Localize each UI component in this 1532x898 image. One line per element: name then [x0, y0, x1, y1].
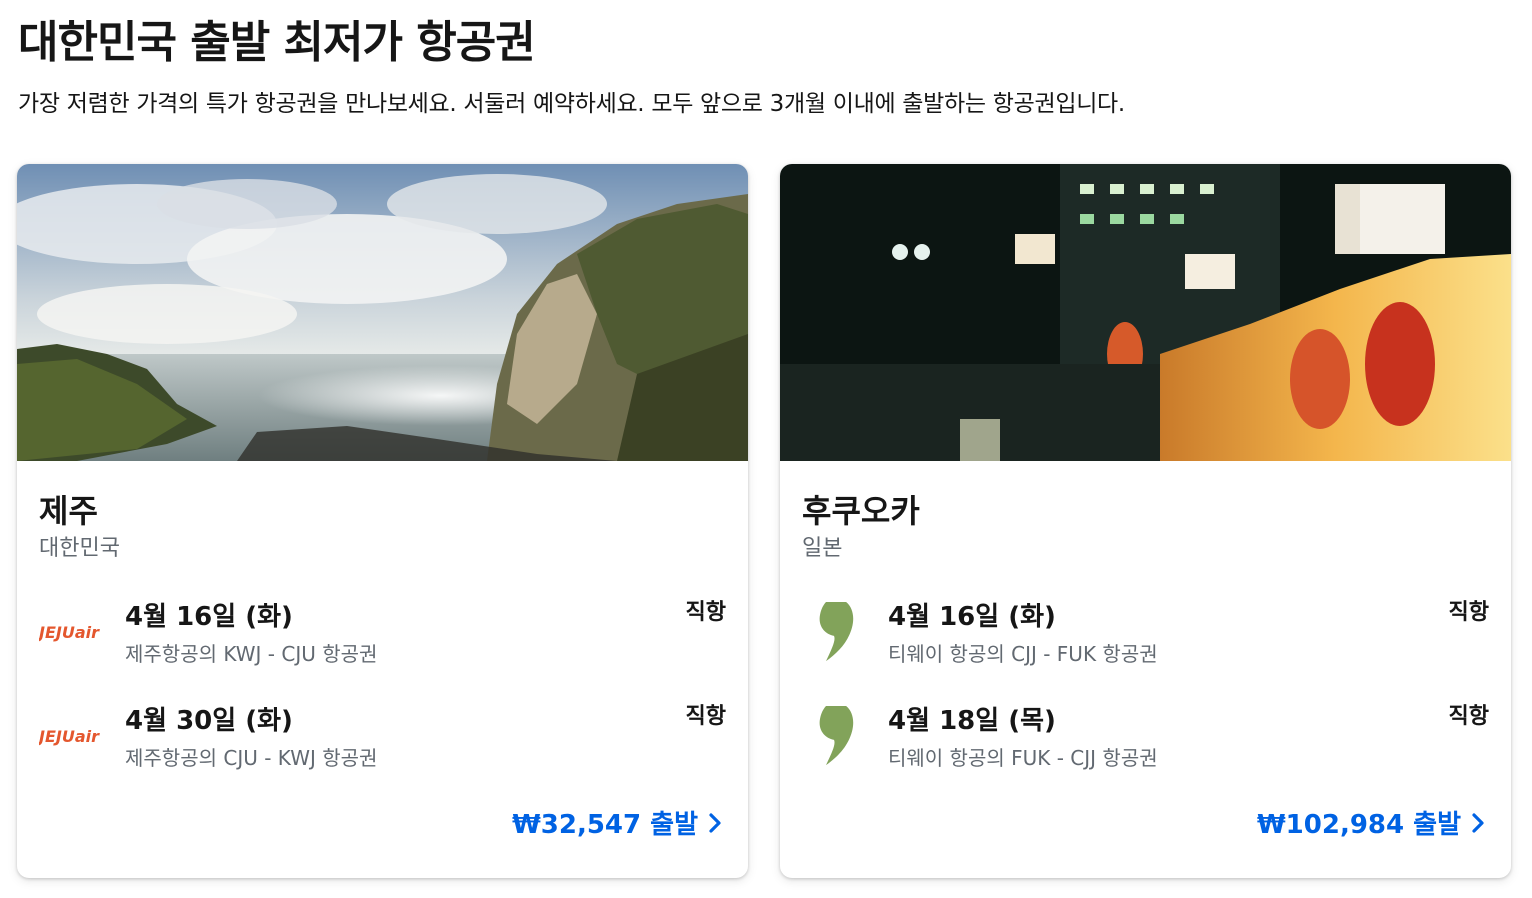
flight-route: 티웨이 항공의 FUK - CJJ 항공권	[888, 746, 1158, 770]
tway-comma-logo-icon	[819, 602, 854, 662]
destination-country: 일본	[802, 536, 843, 561]
flight-route: 제주항공의 CJU - KWJ 항공권	[125, 746, 378, 770]
flight-type-badge: 직항	[1448, 704, 1489, 729]
flight-type-badge: 직항	[685, 600, 726, 625]
deals-section: 대한민국 출발 최저가 항공권 가장 저렴한 가격의 특가 항공권을 만나보세요…	[0, 0, 1532, 898]
price-label: ₩102,984 출발	[1257, 810, 1461, 840]
flight-date: 4월 30일 (화)	[125, 706, 293, 736]
svg-text:JEJUair: JEJUair	[39, 727, 100, 746]
price-label: ₩32,547 출발	[512, 810, 698, 840]
flight-type-badge: 직항	[685, 704, 726, 729]
flight-date: 4월 18일 (목)	[888, 706, 1056, 736]
flight-type-badge: 직항	[1448, 600, 1489, 625]
ramen-street-night-photo	[780, 164, 1511, 461]
price-link[interactable]: ₩102,984 출발	[1257, 804, 1485, 841]
deal-card-fukuoka[interactable]: 후쿠오카 일본 4월 16일 (화) 티웨이 항공의 CJJ - FUK 항공권…	[780, 164, 1511, 878]
flight-row[interactable]: 4월 16일 (화) 티웨이 항공의 CJJ - FUK 항공권 직항	[780, 594, 1511, 674]
jejuair-logo-icon: JEJUair	[39, 623, 100, 642]
flight-row[interactable]: 4월 18일 (목) 티웨이 항공의 FUK - CJJ 항공권 직항	[780, 698, 1511, 778]
flight-row[interactable]: JEJUair 4월 30일 (화) 제주항공의 CJU - KWJ 항공권 직…	[17, 698, 748, 778]
section-title: 대한민국 출발 최저가 항공권	[18, 17, 536, 68]
flight-route: 티웨이 항공의 CJJ - FUK 항공권	[888, 642, 1158, 666]
flight-date: 4월 16일 (화)	[125, 602, 293, 632]
destination-city: 후쿠오카	[802, 492, 920, 530]
deal-card-jeju[interactable]: 제주 대한민국 JEJUair 4월 16일 (화) 제주항공의 KWJ - C…	[17, 164, 748, 878]
coastal-cliff-photo	[17, 164, 748, 461]
price-link[interactable]: ₩32,547 출발	[512, 804, 722, 841]
flight-route: 제주항공의 KWJ - CJU 항공권	[125, 642, 378, 666]
tway-comma-logo-icon	[819, 706, 854, 766]
jejuair-logo-icon: JEJUair	[39, 727, 100, 746]
chevron-right-icon	[709, 812, 721, 833]
svg-text:JEJUair: JEJUair	[39, 623, 100, 642]
flight-date: 4월 16일 (화)	[888, 602, 1056, 632]
destination-country: 대한민국	[39, 536, 120, 561]
flight-row[interactable]: JEJUair 4월 16일 (화) 제주항공의 KWJ - CJU 항공권 직…	[17, 594, 748, 674]
section-subtitle: 가장 저렴한 가격의 특가 항공권을 만나보세요. 서둘러 예약하세요. 모두 …	[18, 91, 1125, 117]
chevron-right-icon	[1472, 812, 1484, 833]
destination-city: 제주	[39, 492, 98, 530]
